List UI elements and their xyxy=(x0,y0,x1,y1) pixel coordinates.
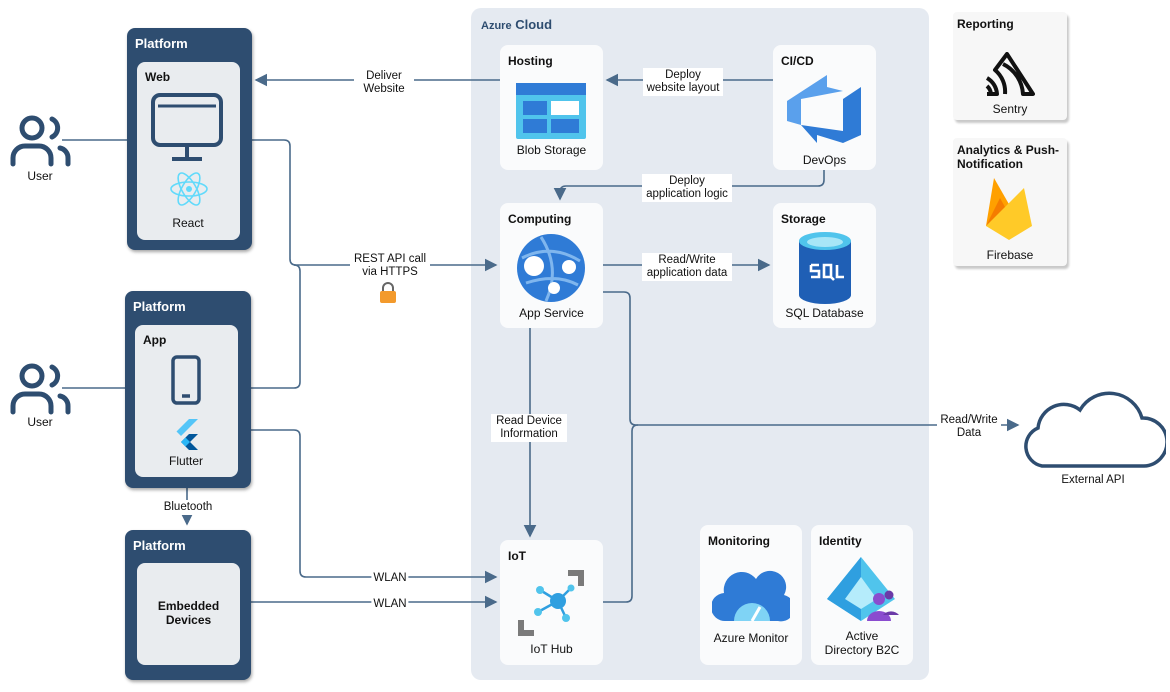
sentry-icon xyxy=(985,52,1035,96)
blob-storage-icon xyxy=(516,83,586,139)
smartphone-icon xyxy=(171,355,201,405)
firebase-label: Firebase xyxy=(986,248,1034,262)
cicd-card[interactable]: CI/CD DevOps xyxy=(773,45,876,170)
iot-title: IoT xyxy=(508,549,526,563)
azure-cloud-title-b: Cloud xyxy=(515,17,553,32)
sql-database-label: SQL Database xyxy=(785,306,864,320)
sentry-label: Sentry xyxy=(992,102,1028,116)
user-label: User xyxy=(27,415,53,429)
identity-title: Identity xyxy=(819,534,862,548)
blob-storage-label: Blob Storage xyxy=(516,143,587,157)
deploy-layout-label: Deploy website layout xyxy=(643,68,723,96)
app-panel: App Flutter xyxy=(135,325,238,477)
platform-title: Platform xyxy=(135,36,188,51)
rw-app-data-label: Read/Write application data xyxy=(642,253,732,281)
react-icon xyxy=(170,172,208,206)
computing-title: Computing xyxy=(508,212,572,226)
azure-cloud-title-a: Azure xyxy=(481,20,512,32)
cicd-title: CI/CD xyxy=(781,54,814,68)
lock-icon xyxy=(380,282,396,303)
azure-monitor-icon xyxy=(712,570,790,622)
hosting-card[interactable]: Hosting Blob Storage xyxy=(500,45,603,170)
sql-database-icon xyxy=(799,232,851,304)
identity-card[interactable]: Identity Active Directory B2C xyxy=(811,525,913,665)
reporting-title: Reporting xyxy=(957,17,1014,31)
active-directory-icon xyxy=(827,557,899,621)
devops-label: DevOps xyxy=(802,153,847,167)
monitoring-card[interactable]: Monitoring Azure Monitor xyxy=(700,525,802,665)
azure-cloud-title: Azure Cloud xyxy=(481,17,552,32)
read-device-label: Read Device Information xyxy=(491,414,567,442)
flutter-label: Flutter xyxy=(168,454,204,468)
app-rest-connector xyxy=(251,264,301,389)
storage-title: Storage xyxy=(781,212,826,226)
flutter-icon xyxy=(176,419,198,450)
iot-external-connector xyxy=(603,424,639,603)
reporting-card[interactable]: Reporting Sentry xyxy=(953,12,1067,120)
embedded-panel: Embedded Devices xyxy=(137,563,240,665)
external-api-label: External API xyxy=(1061,474,1125,486)
user-icon xyxy=(10,363,71,415)
platform-app: Platform App Flutter xyxy=(125,291,251,488)
monitoring-title: Monitoring xyxy=(708,534,770,548)
rest-api-connector xyxy=(252,139,498,272)
analytics-title: Analytics & Push-Notification xyxy=(957,143,1060,171)
rw-data-label: Read/Write Data xyxy=(937,413,1001,441)
deploy-logic-label: Deploy application logic xyxy=(642,174,732,202)
embedded-title: Embedded Devices xyxy=(157,599,220,627)
platform-web: Platform Web React xyxy=(127,28,252,250)
azure-monitor-label: Azure Monitor xyxy=(713,631,789,645)
external-api-cloud-icon xyxy=(1024,391,1166,468)
active-directory-label: Active Directory B2C xyxy=(824,629,900,657)
react-label: React xyxy=(172,216,204,230)
bluetooth-label: Bluetooth xyxy=(161,500,215,515)
iot-hub-icon xyxy=(518,570,584,636)
iot-card[interactable]: IoT IoT Hub xyxy=(500,540,603,665)
firebase-icon xyxy=(986,178,1032,240)
iot-hub-label: IoT Hub xyxy=(530,642,573,656)
analytics-card[interactable]: Analytics & Push-Notification Firebase xyxy=(953,138,1067,266)
platform-title: Platform xyxy=(133,299,186,314)
user-icon xyxy=(10,115,71,167)
storage-card[interactable]: Storage SQL Database xyxy=(773,203,876,328)
web-panel: Web React xyxy=(137,62,240,240)
web-title: Web xyxy=(145,70,171,84)
app-title: App xyxy=(143,333,167,347)
app-service-icon xyxy=(517,234,585,302)
app-service-label: App Service xyxy=(519,306,584,320)
deliver-website-label: Deliver Website xyxy=(354,69,414,97)
hosting-title: Hosting xyxy=(508,54,553,68)
user-label: User xyxy=(27,169,53,183)
devops-icon xyxy=(787,75,861,143)
wlan-label: WLAN xyxy=(371,597,409,612)
app-wlan-connector xyxy=(251,429,498,584)
rest-api-label: REST API call via HTTPS xyxy=(350,252,430,280)
monitor-icon xyxy=(151,93,223,161)
platform-embedded: Platform Embedded Devices xyxy=(125,530,251,680)
wlan-label: WLAN xyxy=(371,571,409,586)
platform-title: Platform xyxy=(133,538,186,553)
computing-card[interactable]: Computing App Service xyxy=(500,203,603,328)
